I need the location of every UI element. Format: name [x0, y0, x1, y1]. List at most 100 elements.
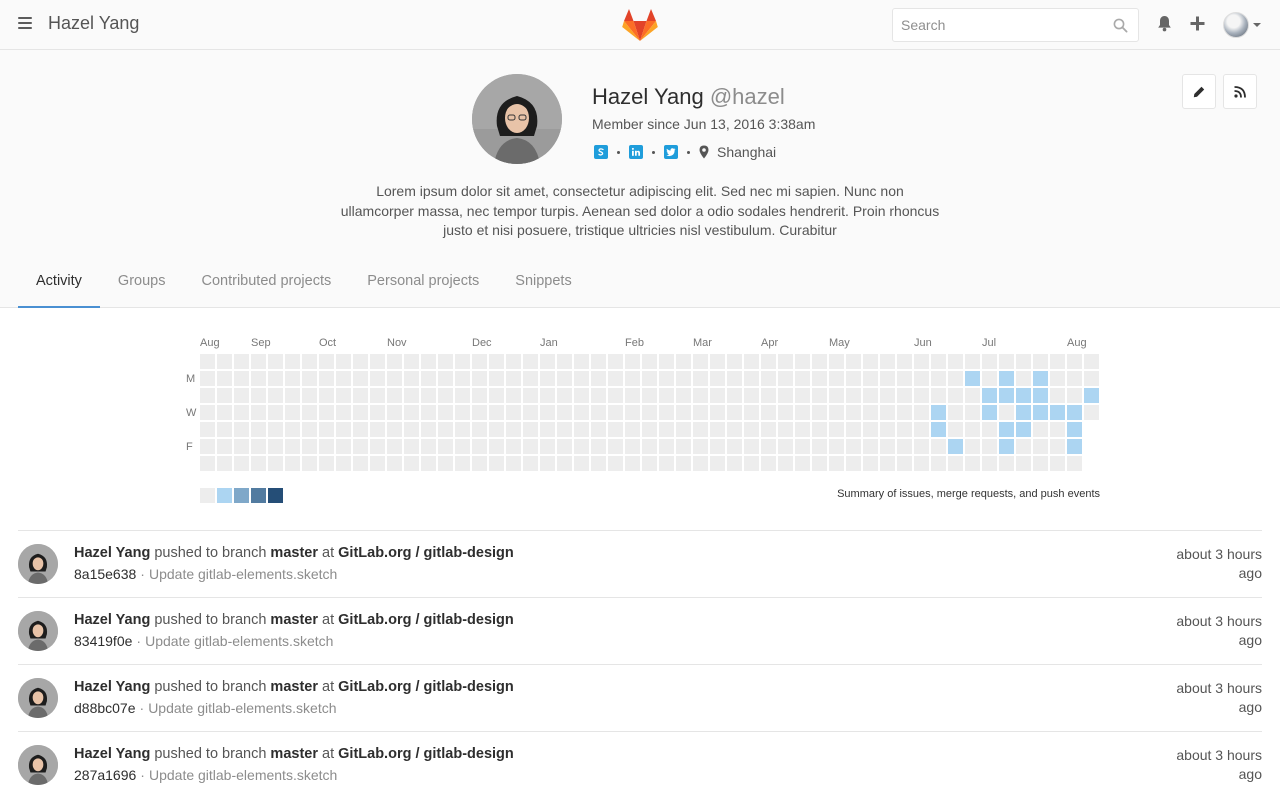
- calendar-day-cell[interactable]: [880, 439, 895, 454]
- commit-sha-link[interactable]: d88bc07e: [74, 700, 136, 716]
- calendar-day-cell[interactable]: [472, 439, 487, 454]
- calendar-day-cell[interactable]: [761, 456, 776, 471]
- calendar-day-cell[interactable]: [523, 388, 538, 403]
- commit-sha-link[interactable]: 287a1696: [74, 767, 136, 783]
- calendar-day-cell[interactable]: [608, 388, 623, 403]
- calendar-day-cell[interactable]: [812, 422, 827, 437]
- calendar-day-cell[interactable]: [948, 456, 963, 471]
- calendar-day-cell[interactable]: [251, 422, 266, 437]
- calendar-day-cell[interactable]: [982, 422, 997, 437]
- calendar-day-cell[interactable]: [387, 354, 402, 369]
- twitter-icon[interactable]: [664, 145, 678, 159]
- calendar-day-cell[interactable]: [540, 354, 555, 369]
- calendar-day-cell[interactable]: [744, 354, 759, 369]
- calendar-day-cell[interactable]: [710, 354, 725, 369]
- calendar-day-cell[interactable]: [948, 354, 963, 369]
- calendar-day-cell[interactable]: [285, 439, 300, 454]
- calendar-day-cell[interactable]: [540, 371, 555, 386]
- calendar-day-cell[interactable]: [234, 388, 249, 403]
- calendar-day-cell[interactable]: [659, 456, 674, 471]
- calendar-day-cell[interactable]: [1067, 405, 1082, 420]
- calendar-day-cell[interactable]: [880, 405, 895, 420]
- calendar-day-cell[interactable]: [676, 388, 691, 403]
- calendar-day-cell[interactable]: [965, 388, 980, 403]
- calendar-day-cell[interactable]: [268, 456, 283, 471]
- calendar-day-cell[interactable]: [200, 405, 215, 420]
- calendar-day-cell[interactable]: [778, 439, 793, 454]
- calendar-day-cell[interactable]: [642, 439, 657, 454]
- calendar-day-cell[interactable]: [438, 354, 453, 369]
- calendar-day-cell[interactable]: [999, 422, 1014, 437]
- calendar-day-cell[interactable]: [421, 456, 436, 471]
- search-input[interactable]: [901, 17, 1101, 33]
- calendar-day-cell[interactable]: [863, 405, 878, 420]
- calendar-day-cell[interactable]: [914, 371, 929, 386]
- calendar-day-cell[interactable]: [608, 371, 623, 386]
- calendar-day-cell[interactable]: [302, 405, 317, 420]
- event-author-link[interactable]: Hazel Yang: [74, 679, 150, 695]
- calendar-day-cell[interactable]: [370, 371, 385, 386]
- calendar-day-cell[interactable]: [1084, 354, 1099, 369]
- calendar-day-cell[interactable]: [302, 354, 317, 369]
- calendar-day-cell[interactable]: [523, 456, 538, 471]
- calendar-day-cell[interactable]: [200, 422, 215, 437]
- commit-message[interactable]: Update gitlab-elements.sketch: [149, 767, 337, 783]
- calendar-day-cell[interactable]: [574, 405, 589, 420]
- calendar-day-cell[interactable]: [676, 371, 691, 386]
- calendar-day-cell[interactable]: [319, 405, 334, 420]
- calendar-day-cell[interactable]: [931, 456, 946, 471]
- calendar-day-cell[interactable]: [914, 388, 929, 403]
- calendar-day-cell[interactable]: [489, 422, 504, 437]
- calendar-day-cell[interactable]: [880, 371, 895, 386]
- calendar-day-cell[interactable]: [829, 371, 844, 386]
- calendar-day-cell[interactable]: [710, 439, 725, 454]
- linkedin-icon[interactable]: [629, 145, 643, 159]
- calendar-day-cell[interactable]: [863, 439, 878, 454]
- calendar-day-cell[interactable]: [200, 354, 215, 369]
- calendar-day-cell[interactable]: [591, 371, 606, 386]
- calendar-day-cell[interactable]: [404, 456, 419, 471]
- calendar-day-cell[interactable]: [234, 439, 249, 454]
- calendar-day-cell[interactable]: [795, 439, 810, 454]
- calendar-day-cell[interactable]: [846, 439, 861, 454]
- calendar-day-cell[interactable]: [1084, 388, 1099, 403]
- calendar-day-cell[interactable]: [387, 371, 402, 386]
- calendar-day-cell[interactable]: [625, 422, 640, 437]
- calendar-day-cell[interactable]: [557, 405, 572, 420]
- calendar-day-cell[interactable]: [999, 456, 1014, 471]
- commit-message[interactable]: Update gitlab-elements.sketch: [149, 566, 337, 582]
- calendar-day-cell[interactable]: [1050, 456, 1065, 471]
- calendar-day-cell[interactable]: [863, 354, 878, 369]
- calendar-day-cell[interactable]: [404, 388, 419, 403]
- calendar-day-cell[interactable]: [404, 422, 419, 437]
- calendar-day-cell[interactable]: [965, 354, 980, 369]
- calendar-day-cell[interactable]: [1067, 388, 1082, 403]
- calendar-day-cell[interactable]: [795, 371, 810, 386]
- calendar-day-cell[interactable]: [982, 371, 997, 386]
- calendar-day-cell[interactable]: [472, 388, 487, 403]
- calendar-day-cell[interactable]: [268, 354, 283, 369]
- calendar-day-cell[interactable]: [608, 456, 623, 471]
- event-project-link[interactable]: GitLab.org / gitlab-design: [338, 679, 514, 695]
- calendar-day-cell[interactable]: [336, 439, 351, 454]
- calendar-day-cell[interactable]: [421, 439, 436, 454]
- event-project-link[interactable]: GitLab.org / gitlab-design: [338, 545, 514, 561]
- calendar-day-cell[interactable]: [846, 354, 861, 369]
- calendar-day-cell[interactable]: [268, 439, 283, 454]
- calendar-day-cell[interactable]: [540, 388, 555, 403]
- calendar-day-cell[interactable]: [693, 439, 708, 454]
- calendar-day-cell[interactable]: [251, 456, 266, 471]
- calendar-day-cell[interactable]: [982, 354, 997, 369]
- calendar-day-cell[interactable]: [778, 422, 793, 437]
- calendar-day-cell[interactable]: [200, 456, 215, 471]
- calendar-day-cell[interactable]: [234, 456, 249, 471]
- calendar-day-cell[interactable]: [625, 405, 640, 420]
- calendar-day-cell[interactable]: [421, 371, 436, 386]
- calendar-day-cell[interactable]: [353, 405, 368, 420]
- calendar-day-cell[interactable]: [795, 405, 810, 420]
- calendar-day-cell[interactable]: [1016, 371, 1031, 386]
- calendar-day-cell[interactable]: [506, 439, 521, 454]
- calendar-day-cell[interactable]: [829, 405, 844, 420]
- menu-icon[interactable]: [18, 17, 32, 29]
- calendar-day-cell[interactable]: [574, 439, 589, 454]
